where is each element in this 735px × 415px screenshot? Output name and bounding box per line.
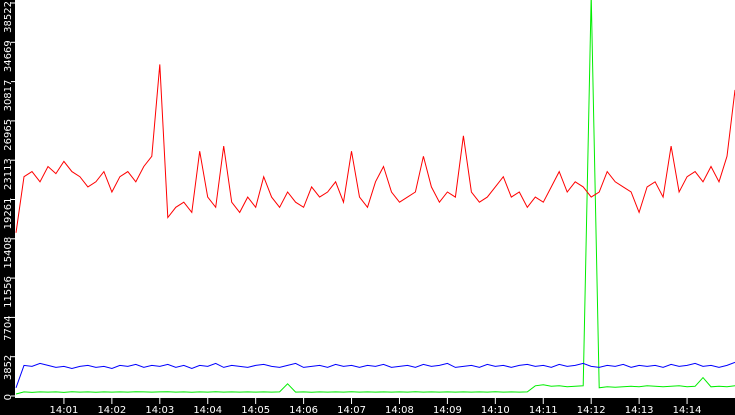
y-tick-label: 30817 — [3, 80, 14, 112]
x-tick-label: 14:03 — [145, 405, 174, 415]
y-tick-label: 26965 — [3, 119, 14, 151]
y-tick-label: 15408 — [3, 237, 14, 269]
x-tick-label: 14:14 — [673, 405, 702, 415]
y-tick-label: 19261 — [3, 198, 14, 230]
x-tick-label: 14:13 — [625, 405, 654, 415]
series-line-blue — [15, 361, 735, 388]
x-tick-label: 14:06 — [289, 405, 318, 415]
y-tick-label: 38522 — [3, 1, 14, 33]
x-tick-label: 14:10 — [481, 405, 510, 415]
x-tick-label: 14:09 — [433, 405, 462, 415]
x-tick-label: 14:02 — [97, 405, 126, 415]
x-tick-label: 14:04 — [193, 405, 222, 415]
y-tick-label: 0 — [3, 394, 14, 400]
x-tick-label: 14:01 — [50, 405, 79, 415]
x-tick-label: 14:11 — [529, 405, 558, 415]
x-tick-label: 14:05 — [241, 405, 270, 415]
y-tick-label: 34669 — [3, 40, 14, 72]
y-tick-label: 7704 — [3, 315, 14, 340]
series-line-green — [15, 0, 735, 395]
line-chart: 0 3852 7704 11556 15408 19261 23113 26965 30817 3… — [0, 0, 735, 415]
series-line-red — [15, 64, 735, 233]
y-tick-label: 3852 — [3, 355, 14, 380]
y-tick-label: 23113 — [3, 158, 14, 190]
x-tick-label: 14:08 — [385, 405, 414, 415]
x-tick-label: 14:07 — [337, 405, 366, 415]
y-tick-label: 11556 — [3, 276, 14, 308]
x-tick-label: 14:12 — [577, 405, 606, 415]
